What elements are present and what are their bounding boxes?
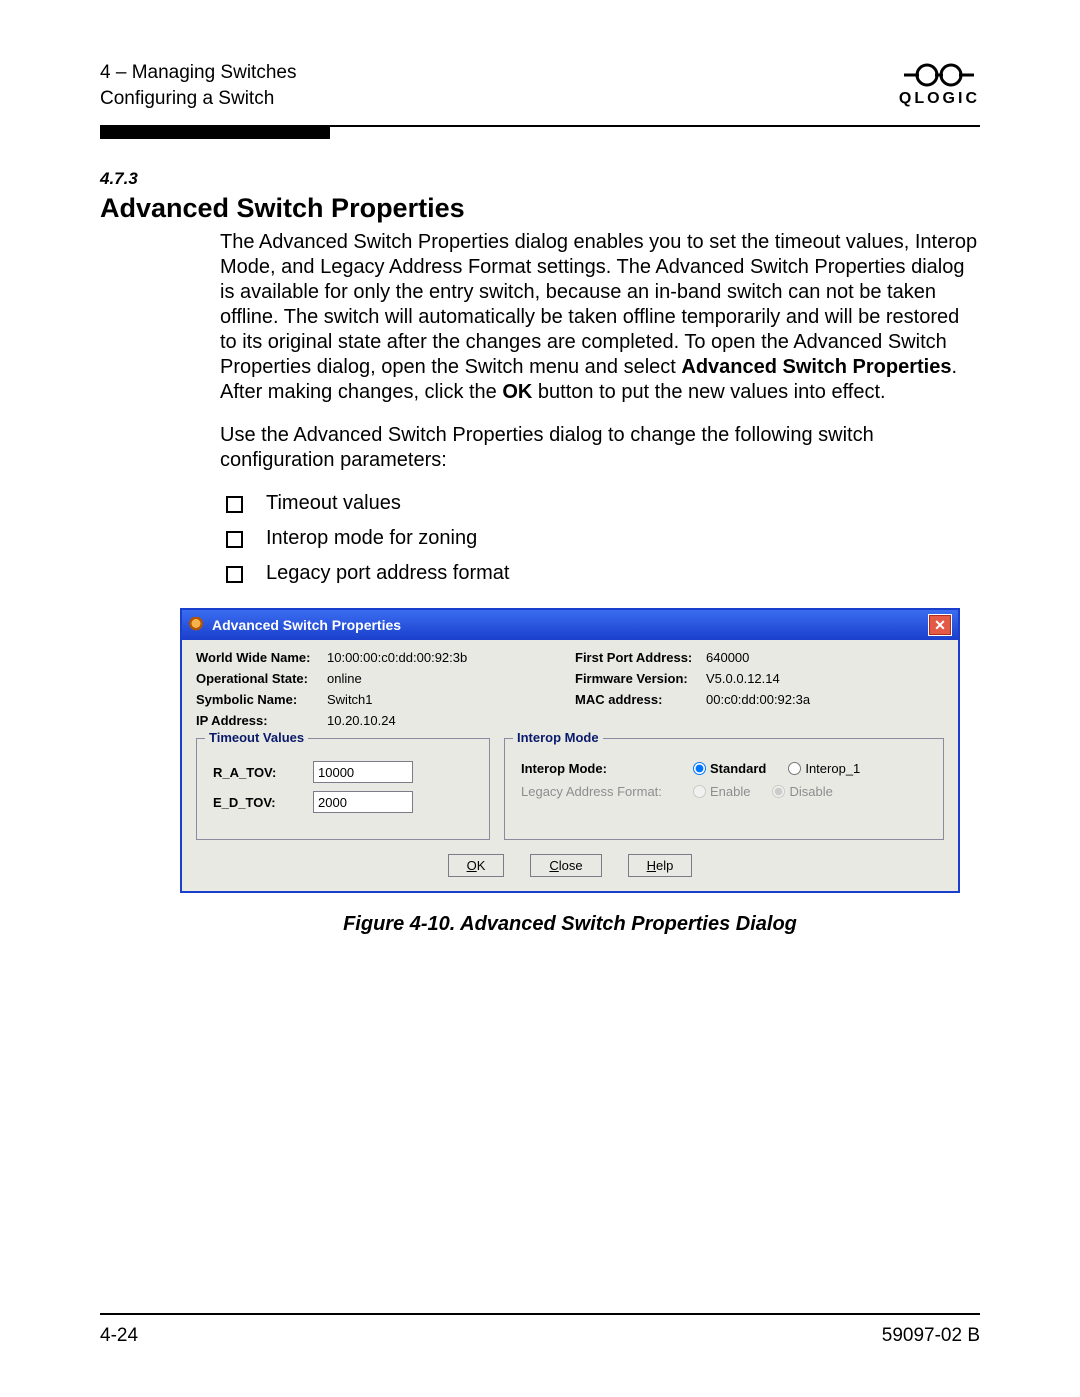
figure-caption: Figure 4-10. Advanced Switch Properties … <box>180 913 960 936</box>
list-item: Timeout values <box>220 491 980 516</box>
qlogic-icon <box>904 60 974 90</box>
wwn-label: World Wide Name: <box>196 650 321 665</box>
doc-id: 59097-02 B <box>882 1325 980 1347</box>
first-port-value: 640000 <box>706 650 836 665</box>
header-rule <box>100 125 980 139</box>
interop-mode-group: Interop Mode Interop Mode: Standard Inte… <box>504 738 944 840</box>
fw-label: Firmware Version: <box>575 671 700 686</box>
list-item: Interop mode for zoning <box>220 526 980 551</box>
section-title: Advanced Switch Properties <box>100 193 980 224</box>
ip-label: IP Address: <box>196 713 321 728</box>
body-text: The Advanced Switch Properties dialog en… <box>220 230 980 586</box>
chapter-line: 4 – Managing Switches <box>100 60 296 86</box>
page-number: 4-24 <box>100 1325 138 1347</box>
help-button[interactable]: Help <box>628 854 693 877</box>
sym-label: Symbolic Name: <box>196 692 321 707</box>
ed-tov-input[interactable] <box>313 791 413 813</box>
first-port-label: First Port Address: <box>575 650 700 665</box>
bullet-list: Timeout values Interop mode for zoning L… <box>220 491 980 586</box>
legacy-enable-radio: Enable <box>693 784 750 799</box>
legacy-format-label: Legacy Address Format: <box>521 784 671 799</box>
ok-suffix: K <box>477 858 486 873</box>
page-footer: 4-24 59097-02 B <box>100 1313 980 1347</box>
dialog-title: Advanced Switch Properties <box>212 617 401 633</box>
wwn-value: 10:00:00:c0:dd:00:92:3b <box>327 650 467 665</box>
timeout-legend: Timeout Values <box>205 730 308 745</box>
section-line: Configuring a Switch <box>100 86 296 112</box>
sym-value: Switch1 <box>327 692 457 707</box>
ed-tov-label: E_D_TOV: <box>213 795 299 810</box>
dialog-button-bar: OK Close Help <box>196 854 944 877</box>
interop-standard-radio[interactable]: Standard <box>693 761 766 776</box>
ok-button[interactable]: OK <box>448 854 505 877</box>
op-state-value: online <box>327 671 457 686</box>
close-icon[interactable]: ✕ <box>928 614 952 636</box>
ip-value: 10.20.10.24 <box>327 713 457 728</box>
fw-value: V5.0.0.12.14 <box>706 671 836 686</box>
dialog-body: World Wide Name:10:00:00:c0:dd:00:92:3b … <box>182 640 958 891</box>
header-breadcrumb: 4 – Managing Switches Configuring a Swit… <box>100 60 296 111</box>
interop-interop1-radio[interactable]: Interop_1 <box>788 761 860 776</box>
ra-tov-input[interactable] <box>313 761 413 783</box>
interop-legend: Interop Mode <box>513 730 603 745</box>
mac-label: MAC address: <box>575 692 700 707</box>
interop-mode-label: Interop Mode: <box>521 761 671 776</box>
list-item: Legacy port address format <box>220 561 980 586</box>
legacy-disable-radio: Disable <box>772 784 832 799</box>
page-header: 4 – Managing Switches Configuring a Swit… <box>100 60 980 111</box>
brand-text: QLOGIC <box>899 90 980 108</box>
paragraph-1: The Advanced Switch Properties dialog en… <box>220 230 980 405</box>
op-state-label: Operational State: <box>196 671 321 686</box>
advanced-switch-properties-dialog: Advanced Switch Properties ✕ World Wide … <box>180 608 960 893</box>
figure: Advanced Switch Properties ✕ World Wide … <box>180 608 960 936</box>
section-number: 4.7.3 <box>100 169 980 189</box>
brand-logo: QLOGIC <box>899 60 980 108</box>
mac-value: 00:c0:dd:00:92:3a <box>706 692 836 707</box>
paragraph-2: Use the Advanced Switch Properties dialo… <box>220 423 980 473</box>
timeout-values-group: Timeout Values R_A_TOV: E_D_TOV: <box>196 738 490 840</box>
ra-tov-label: R_A_TOV: <box>213 765 299 780</box>
dialog-titlebar[interactable]: Advanced Switch Properties ✕ <box>182 610 958 640</box>
java-icon <box>188 617 204 633</box>
close-button[interactable]: Close <box>530 854 601 877</box>
